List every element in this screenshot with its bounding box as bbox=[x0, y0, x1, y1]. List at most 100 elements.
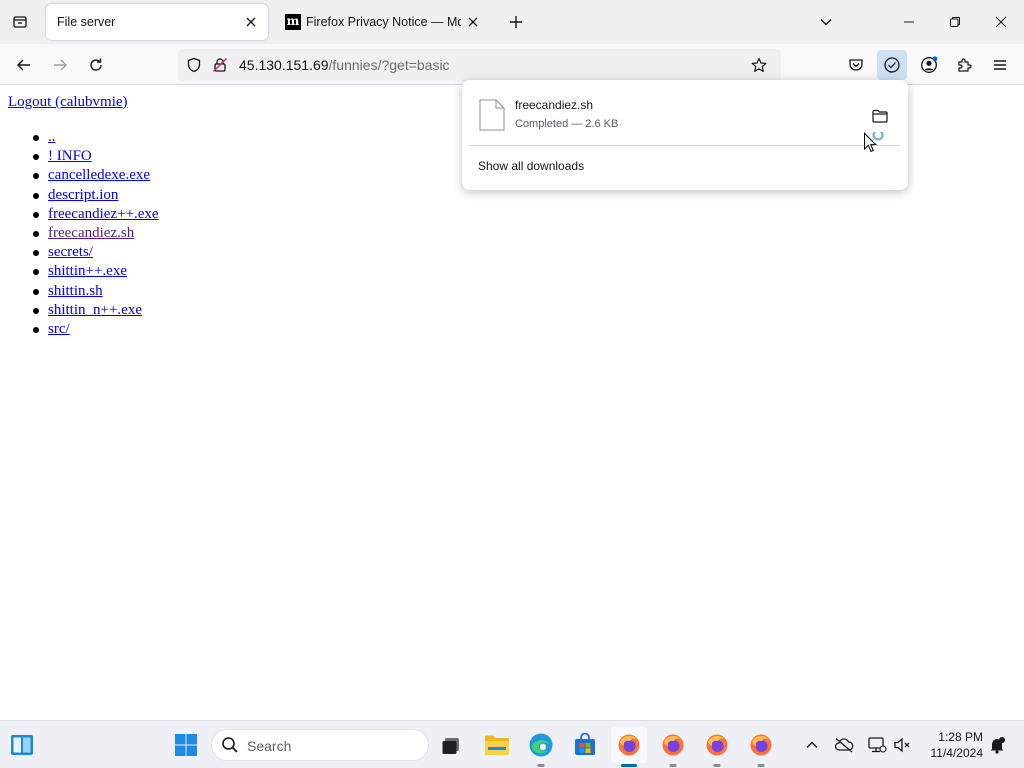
pocket-button[interactable] bbox=[841, 50, 871, 80]
firefox-icon bbox=[750, 734, 772, 756]
mozilla-favicon: m bbox=[285, 14, 301, 30]
account-button[interactable] bbox=[914, 50, 944, 80]
download-complete-icon bbox=[884, 57, 900, 73]
plus-icon bbox=[510, 16, 522, 28]
firefox-icon bbox=[618, 734, 640, 756]
active-indicator bbox=[621, 764, 637, 767]
pocket-icon bbox=[849, 59, 863, 71]
url-text[interactable]: 45.130.151.69/funnies/?get=basic bbox=[239, 57, 450, 73]
file-link[interactable]: freecandiez++.exe bbox=[48, 206, 159, 222]
reload-button[interactable] bbox=[81, 50, 111, 80]
tab-overflow-button[interactable] bbox=[812, 8, 840, 36]
task-view-button[interactable] bbox=[433, 727, 469, 763]
firefox-taskbar-button-2[interactable] bbox=[655, 727, 691, 767]
arrow-left-icon bbox=[17, 59, 30, 71]
notifications-button[interactable] bbox=[985, 733, 1009, 757]
taskbar-search-box[interactable]: Search bbox=[211, 729, 429, 761]
list-all-tabs-button[interactable] bbox=[6, 8, 34, 36]
widgets-icon bbox=[11, 735, 33, 755]
close-tab-button[interactable] bbox=[239, 10, 263, 34]
list-item: .. bbox=[33, 128, 159, 147]
file-link[interactable]: src/ bbox=[48, 321, 70, 337]
screen: File server m Firefox Privacy Notice — M… bbox=[0, 0, 1024, 768]
url-bar[interactable]: 45.130.151.69/funnies/?get=basic bbox=[178, 49, 781, 81]
file-link[interactable]: cancelledexe.exe bbox=[48, 167, 150, 183]
tracking-protection-button[interactable] bbox=[183, 54, 205, 76]
downloads-button[interactable] bbox=[877, 50, 907, 80]
close-icon bbox=[246, 17, 256, 27]
file-link[interactable]: shittin++.exe bbox=[48, 263, 127, 279]
open-containing-folder-button[interactable] bbox=[866, 104, 894, 128]
show-all-downloads-button[interactable]: Show all downloads bbox=[478, 159, 584, 173]
task-view-icon bbox=[442, 738, 459, 754]
list-item: src/ bbox=[33, 320, 159, 339]
search-label: Search bbox=[247, 738, 292, 754]
file-link[interactable]: descript.ion bbox=[48, 187, 118, 203]
list-item: freecandiez.sh bbox=[33, 224, 159, 243]
volume-button[interactable] bbox=[890, 733, 914, 757]
navigation-toolbar: 45.130.151.69/funnies/?get=basic bbox=[0, 44, 1024, 85]
reload-icon bbox=[90, 58, 102, 71]
tab-file-server[interactable]: File server bbox=[46, 4, 268, 40]
list-item: shittin_n++.exe bbox=[33, 301, 159, 320]
list-item: freecandiez++.exe bbox=[33, 205, 159, 224]
shield-icon bbox=[187, 57, 201, 73]
download-status: Completed — 2.6 KB bbox=[515, 118, 619, 130]
speaker-muted-icon bbox=[894, 737, 910, 753]
account-icon bbox=[921, 56, 938, 73]
file-explorer-button[interactable] bbox=[479, 727, 515, 763]
url-path: /funnies/?get=basic bbox=[328, 57, 450, 73]
edge-button[interactable] bbox=[523, 727, 559, 767]
firefox-taskbar-button-4[interactable] bbox=[743, 727, 779, 767]
insecure-connection-button[interactable] bbox=[209, 54, 231, 76]
minimize-button[interactable] bbox=[886, 0, 932, 44]
download-file-name[interactable]: freecandiez.sh bbox=[515, 98, 593, 112]
file-link[interactable]: freecandiez.sh bbox=[48, 225, 134, 241]
firefox-icon bbox=[706, 734, 728, 756]
store-button[interactable] bbox=[567, 727, 603, 763]
star-icon bbox=[751, 57, 767, 72]
file-link[interactable]: ! INFO bbox=[48, 148, 92, 164]
extensions-button[interactable] bbox=[949, 50, 979, 80]
widgets-button[interactable] bbox=[8, 731, 36, 759]
start-button[interactable] bbox=[172, 731, 200, 759]
close-icon bbox=[468, 17, 478, 27]
restore-icon bbox=[950, 17, 960, 27]
bookmark-star-button[interactable] bbox=[748, 54, 770, 76]
tab-title: Firefox Privacy Notice — Mozill bbox=[306, 15, 461, 29]
system-clock[interactable]: 1:28 PM 11/4/2024 bbox=[919, 729, 984, 761]
forward-button[interactable] bbox=[45, 50, 75, 80]
arrow-right-icon bbox=[54, 59, 67, 71]
busy-spinner-icon bbox=[872, 129, 884, 141]
cloud-offline-icon bbox=[834, 738, 854, 753]
folder-icon bbox=[872, 109, 888, 123]
folder-icon bbox=[485, 735, 509, 755]
logout-link[interactable]: Logout (calubvmie) bbox=[8, 94, 128, 111]
close-window-button[interactable] bbox=[978, 0, 1024, 44]
file-link[interactable]: shittin_n++.exe bbox=[48, 302, 142, 318]
file-link[interactable]: .. bbox=[48, 129, 56, 145]
firefox-taskbar-button-3[interactable] bbox=[699, 727, 735, 767]
file-link[interactable]: secrets/ bbox=[48, 244, 93, 260]
bell-icon bbox=[990, 737, 1005, 754]
new-tab-button[interactable] bbox=[502, 8, 530, 36]
restore-button[interactable] bbox=[932, 0, 978, 44]
notification-dot bbox=[932, 56, 938, 62]
app-menu-button[interactable] bbox=[985, 50, 1015, 80]
file-link[interactable]: shittin.sh bbox=[48, 283, 103, 299]
search-icon bbox=[222, 737, 238, 753]
tab-firefox-privacy-notice[interactable]: m Firefox Privacy Notice — Mozill bbox=[276, 4, 490, 40]
taskbar: Search 1:28 PM 11/4/2024 bbox=[0, 720, 1024, 768]
firefox-taskbar-button-1[interactable] bbox=[611, 727, 647, 767]
list-item: shittin++.exe bbox=[33, 262, 159, 281]
show-hidden-icons-button[interactable] bbox=[800, 733, 824, 757]
network-icon bbox=[868, 737, 887, 753]
back-button[interactable] bbox=[9, 50, 39, 80]
list-item: shittin.sh bbox=[33, 282, 159, 301]
hamburger-icon bbox=[994, 60, 1006, 70]
network-button[interactable] bbox=[865, 733, 889, 757]
close-tab-button[interactable] bbox=[461, 10, 485, 34]
firefox-view-icon bbox=[13, 16, 27, 28]
mouse-cursor-icon bbox=[863, 129, 887, 161]
onedrive-button[interactable] bbox=[832, 733, 856, 757]
